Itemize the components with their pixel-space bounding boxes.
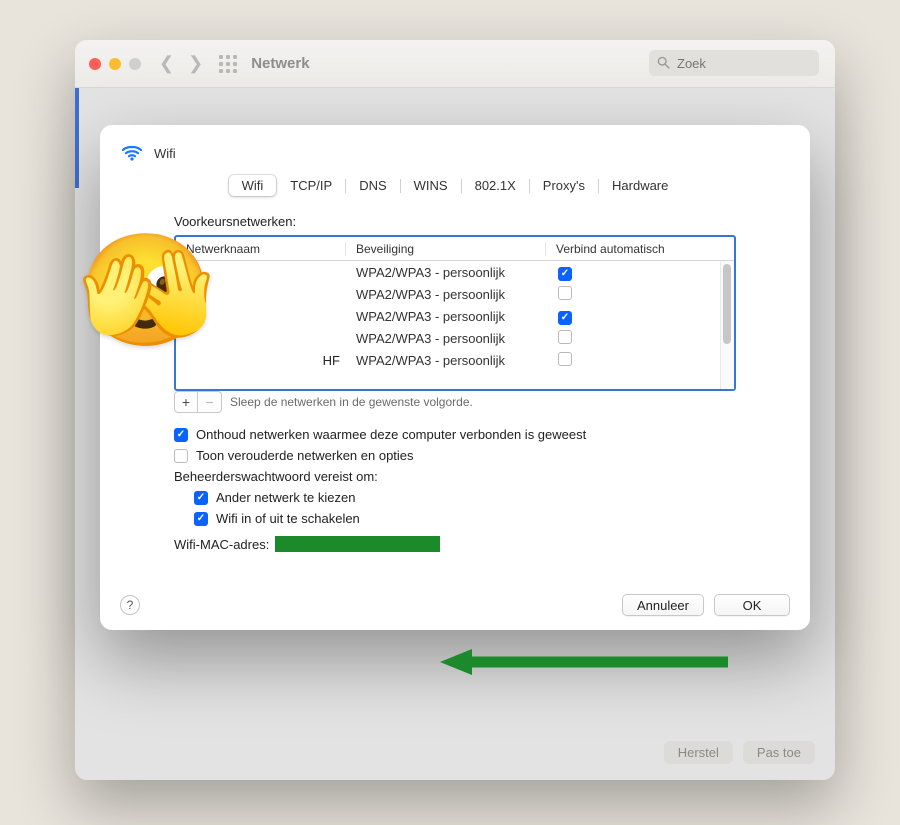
drag-order-hint: Sleep de netwerken in de gewenste volgor… [230, 395, 473, 409]
network-name: HF [176, 353, 346, 368]
remember-networks-checkbox[interactable] [174, 428, 188, 442]
table-row[interactable]: WPA2/WPA3 - persoonlijk [176, 305, 720, 327]
window-title: Netwerk [251, 55, 309, 72]
auto-connect-checkbox[interactable] [558, 286, 572, 300]
add-network-button[interactable]: + [174, 391, 198, 413]
search-input[interactable] [649, 50, 819, 76]
search-wrap [649, 50, 819, 76]
nav-arrows: ❮ ❯ [159, 53, 203, 74]
wifi-mac-redacted [275, 536, 440, 552]
search-icon [657, 56, 670, 72]
auto-connect-checkbox[interactable] [558, 352, 572, 366]
sheet-title: Wifi [154, 146, 176, 161]
network-security: WPA2/WPA3 - persoonlijk [346, 265, 546, 280]
col-security[interactable]: Beveiliging [346, 242, 546, 256]
forward-button[interactable]: ❯ [188, 53, 203, 74]
remember-networks-label: Onthoud netwerken waarmee deze computer … [196, 427, 586, 442]
cancel-button[interactable]: Annuleer [622, 594, 704, 616]
tab-tcpip[interactable]: TCP/IP [277, 175, 345, 196]
preferred-networks-table: Netwerknaam Beveiliging Verbind automati… [174, 235, 736, 391]
tab-wins[interactable]: WINS [401, 175, 461, 196]
tab-bar: Wifi TCP/IP DNS WINS 802.1X Proxy's Hard… [227, 173, 684, 198]
tab-proxys[interactable]: Proxy's [530, 175, 598, 196]
admin-toggle-wifi-label: Wifi in of uit te schakelen [216, 511, 360, 526]
tab-wifi[interactable]: Wifi [229, 175, 277, 196]
show-all-icon[interactable] [219, 55, 237, 73]
table-header: Netwerknaam Beveiliging Verbind automati… [176, 237, 734, 261]
wifi-icon [120, 141, 144, 165]
ok-button[interactable]: OK [714, 594, 790, 616]
network-security: WPA2/WPA3 - persoonlijk [346, 353, 546, 368]
col-auto-connect[interactable]: Verbind automatisch [546, 242, 734, 256]
tab-dns[interactable]: DNS [346, 175, 399, 196]
close-window-button[interactable] [89, 58, 101, 70]
zoom-window-button[interactable] [129, 58, 141, 70]
add-remove-bar: + − Sleep de netwerken in de gewenste vo… [174, 391, 792, 413]
wifi-advanced-sheet: Wifi Wifi TCP/IP DNS WINS 802.1X Proxy's… [100, 125, 810, 630]
wifi-mac-label: Wifi-MAC-adres: [174, 537, 269, 552]
admin-change-network-checkbox[interactable] [194, 491, 208, 505]
table-row[interactable]: WPA2/WPA3 - persoonlijk [176, 327, 720, 349]
minimize-window-button[interactable] [109, 58, 121, 70]
network-security: WPA2/WPA3 - persoonlijk [346, 287, 546, 302]
scrollbar-thumb[interactable] [723, 264, 731, 344]
tab-hardware[interactable]: Hardware [599, 175, 681, 196]
network-security: WPA2/WPA3 - persoonlijk [346, 309, 546, 324]
back-button[interactable]: ❮ [159, 53, 174, 74]
scrollbar[interactable] [720, 261, 734, 389]
apply-button[interactable]: Pas toe [743, 741, 815, 764]
col-network-name[interactable]: Netwerknaam [176, 242, 346, 256]
window-action-buttons: Herstel Pas toe [664, 741, 815, 764]
show-legacy-checkbox[interactable] [174, 449, 188, 463]
network-security: WPA2/WPA3 - persoonlijk [346, 331, 546, 346]
show-legacy-label: Toon verouderde netwerken en opties [196, 448, 414, 463]
tab-8021x[interactable]: 802.1X [462, 175, 529, 196]
table-row[interactable]: HF WPA2/WPA3 - persoonlijk [176, 349, 720, 371]
admin-change-network-label: Ander netwerk te kiezen [216, 490, 355, 505]
auto-connect-checkbox[interactable] [558, 267, 572, 281]
table-row[interactable]: WPA2/WPA3 - persoonlijk [176, 261, 720, 283]
window-controls [89, 58, 141, 70]
preferred-networks-label: Voorkeursnetwerken: [174, 214, 792, 229]
help-button[interactable]: ? [120, 595, 140, 615]
revert-button[interactable]: Herstel [664, 741, 733, 764]
titlebar: ❮ ❯ Netwerk [75, 40, 835, 88]
table-row[interactable]: WPA2/WPA3 - persoonlijk [176, 283, 720, 305]
remove-network-button[interactable]: − [198, 391, 222, 413]
admin-required-label: Beheerderswachtwoord vereist om: [174, 469, 792, 484]
admin-toggle-wifi-checkbox[interactable] [194, 512, 208, 526]
auto-connect-checkbox[interactable] [558, 311, 572, 325]
auto-connect-checkbox[interactable] [558, 330, 572, 344]
